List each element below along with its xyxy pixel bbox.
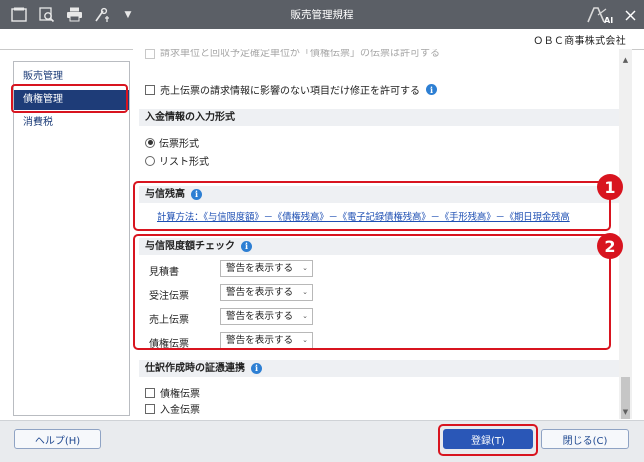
journal-receivable-row: 債権伝票 [145,385,200,400]
callout-frame-1 [133,181,611,231]
register-highlight-frame [438,424,538,456]
close-window-icon[interactable] [622,7,638,23]
journal-receivable-checkbox[interactable] [145,387,155,398]
company-name: ＯＢＣ商事株式会社 [533,36,626,47]
radio-button[interactable] [145,137,155,148]
journal-payment-label: 入金伝票 [160,405,200,416]
faded-option-row: 請求単位と回収予定確定単位が「債権伝票」の伝票は許可する [145,49,440,59]
help-button[interactable]: ヘルプ(H) [14,429,101,449]
allow-modify-row: 売上伝票の請求情報に影響のない項目だけ修正を許可する i [145,82,437,97]
window-title: 販売管理規程 [290,9,354,21]
allow-modify-checkbox[interactable] [145,84,155,95]
faded-checkbox[interactable] [145,49,155,59]
radio-button[interactable] [145,155,155,166]
sidebar-highlight-frame [11,84,128,113]
scroll-down-icon[interactable]: ▼ [619,407,632,417]
title-bar: ▼ 販売管理規程 AI [0,0,644,29]
scroll-up-icon[interactable]: ▲ [619,55,632,65]
section-payment-input: 入金情報の入力形式 [139,109,619,126]
section-title: 仕訳作成時の証憑連携 [145,363,245,374]
info-icon[interactable]: i [426,84,437,95]
callout-frame-2 [133,234,611,350]
journal-receivable-label: 債権伝票 [160,389,200,400]
journal-payment-checkbox[interactable] [145,403,155,414]
radio-slip-format[interactable]: 伝票形式 [145,135,199,150]
svg-text:AI: AI [604,16,613,24]
allow-modify-label: 売上伝票の請求情報に影響のない項目だけ修正を許可する [160,86,420,97]
vertical-scrollbar[interactable]: ▲ ▼ [619,49,632,419]
faded-option-label: 請求単位と回収予定確定単位が「債権伝票」の伝票は許可する [160,49,440,59]
callout-badge-1: 1 [597,174,623,200]
close-button[interactable]: 閉じる(C) [541,429,629,449]
radio-label: 伝票形式 [159,139,199,150]
info-icon[interactable]: i [251,363,262,374]
section-journal-evidence: 仕訳作成時の証憑連携 i [139,360,619,377]
journal-payment-row: 入金伝票 [145,401,200,416]
sidebar: 販売管理 債権管理 消費税 [13,61,130,416]
radio-list-format[interactable]: リスト形式 [145,153,209,168]
callout-badge-2: 2 [597,233,623,259]
sidebar-item-consumption-tax[interactable]: 消費税 [14,113,129,133]
radio-label: リスト形式 [159,157,209,168]
ai-logo-icon: AI [584,6,618,25]
section-title: 入金情報の入力形式 [145,112,235,123]
